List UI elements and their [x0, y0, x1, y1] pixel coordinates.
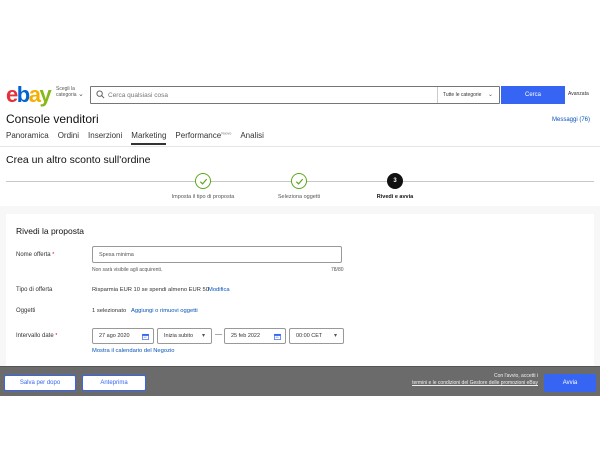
page-title: Console venditori: [6, 112, 99, 126]
items-value: 1 selezionato: [92, 308, 127, 314]
step-2-complete: [291, 173, 307, 189]
required-mark: *: [52, 252, 55, 258]
messages-link[interactable]: Messaggi (76): [552, 117, 590, 123]
start-time-value: Inizia subito: [164, 333, 194, 339]
footer-divider: [0, 366, 600, 367]
chevron-down-icon: ▾: [333, 333, 337, 339]
terms-line-1: Con l'avvio, accetti i: [493, 373, 538, 379]
store-calendar-link[interactable]: Mostra il calendario del Negozio: [92, 348, 175, 354]
step-3-current: 3: [387, 173, 403, 189]
tab-listings[interactable]: Inserzioni: [88, 131, 122, 145]
chevron-down-icon: ▾: [201, 333, 205, 339]
end-date-value: 25 feb 2022: [231, 333, 261, 339]
page-heading: Crea un altro sconto sull'ordine: [6, 154, 151, 166]
ebay-logo[interactable]: ebay: [6, 84, 52, 106]
start-date-field[interactable]: 27 ago 2020: [92, 328, 154, 344]
new-badge: Nuovo: [221, 131, 232, 136]
add-remove-items-link[interactable]: Aggiungi o rimuovi oggetti: [131, 308, 198, 314]
step-1-complete: [195, 173, 211, 189]
nav-divider: [0, 146, 600, 147]
offer-type-value: Risparmia EUR 10 se spendi almeno EUR 50: [92, 287, 209, 293]
tab-orders[interactable]: Ordini: [58, 131, 79, 145]
search-button[interactable]: Cerca: [501, 86, 565, 104]
offer-name-hint: Non sarà visibile agli acquirenti.: [92, 267, 163, 273]
search-icon: [96, 90, 105, 99]
start-time-select[interactable]: Inizia subito ▾: [157, 328, 212, 344]
tab-marketing[interactable]: Marketing: [131, 131, 167, 145]
offer-type-label: Tipo di offerta: [16, 287, 53, 293]
seller-hub-page: ebay Scegli la categoria ⌄ Tutte le cate…: [0, 0, 600, 450]
save-for-later-button[interactable]: Salva per dopo: [4, 375, 76, 391]
offer-name-label: Nome offerta *: [16, 252, 55, 258]
end-time-select[interactable]: 00:00 CET ▾: [289, 328, 344, 344]
category-select-value: Tutte le categorie: [443, 92, 482, 98]
review-panel: Rivedi la proposta Nome offerta * Spesa …: [6, 214, 594, 366]
category-select[interactable]: Tutte le categorie ⌄: [437, 87, 499, 103]
tab-research[interactable]: Analisi: [240, 131, 264, 145]
step-1-label: Imposta il tipo di proposta: [171, 194, 235, 200]
chevron-down-icon: ⌄: [487, 92, 493, 98]
advanced-search-link[interactable]: Avanzata: [568, 91, 589, 97]
date-range-label: Intervallo date *: [16, 333, 58, 339]
global-header: ebay Scegli la categoria ⌄ Tutte le cate…: [0, 82, 600, 110]
tab-overview[interactable]: Panoramica: [6, 131, 49, 145]
terms-link[interactable]: termini e le condizioni del Gestore dell…: [412, 380, 538, 386]
step-2-label: Seleziona oggetti: [277, 194, 321, 200]
review-title: Rivedi la proposta: [16, 226, 85, 236]
shop-by-category-button[interactable]: Scegli la categoria: [56, 86, 78, 98]
chevron-down-icon[interactable]: ⌄: [78, 90, 84, 98]
preview-button[interactable]: Anteprima: [82, 375, 146, 391]
start-date-value: 27 ago 2020: [99, 333, 130, 339]
date-range-separator: —: [215, 331, 222, 338]
end-time-value: 00:00 CET: [296, 333, 323, 339]
search-input[interactable]: [108, 88, 428, 102]
checkmark-icon: [199, 178, 208, 185]
required-mark: *: [55, 333, 58, 339]
search-bar: Tutte le categorie ⌄: [90, 86, 500, 104]
calendar-icon[interactable]: [274, 333, 281, 340]
calendar-icon[interactable]: [142, 333, 149, 340]
offer-name-counter: 78/80: [331, 267, 344, 273]
checkmark-icon: [295, 178, 304, 185]
end-date-field[interactable]: 25 feb 2022: [224, 328, 286, 344]
edit-offer-type-link[interactable]: Modifica: [208, 287, 230, 293]
launch-button[interactable]: Avvia: [544, 374, 596, 392]
seller-hub-nav: Panoramica Ordini Inserzioni Marketing P…: [6, 131, 273, 145]
terms-notice: Con l'avvio, accetti i termini e le cond…: [412, 373, 538, 387]
offer-name-input[interactable]: Spesa minima: [92, 246, 342, 263]
tab-performance[interactable]: PerformanceNuovo: [175, 131, 231, 145]
step-3-label: Rivedi e avvia: [376, 194, 414, 200]
items-label: Oggetti: [16, 308, 36, 314]
